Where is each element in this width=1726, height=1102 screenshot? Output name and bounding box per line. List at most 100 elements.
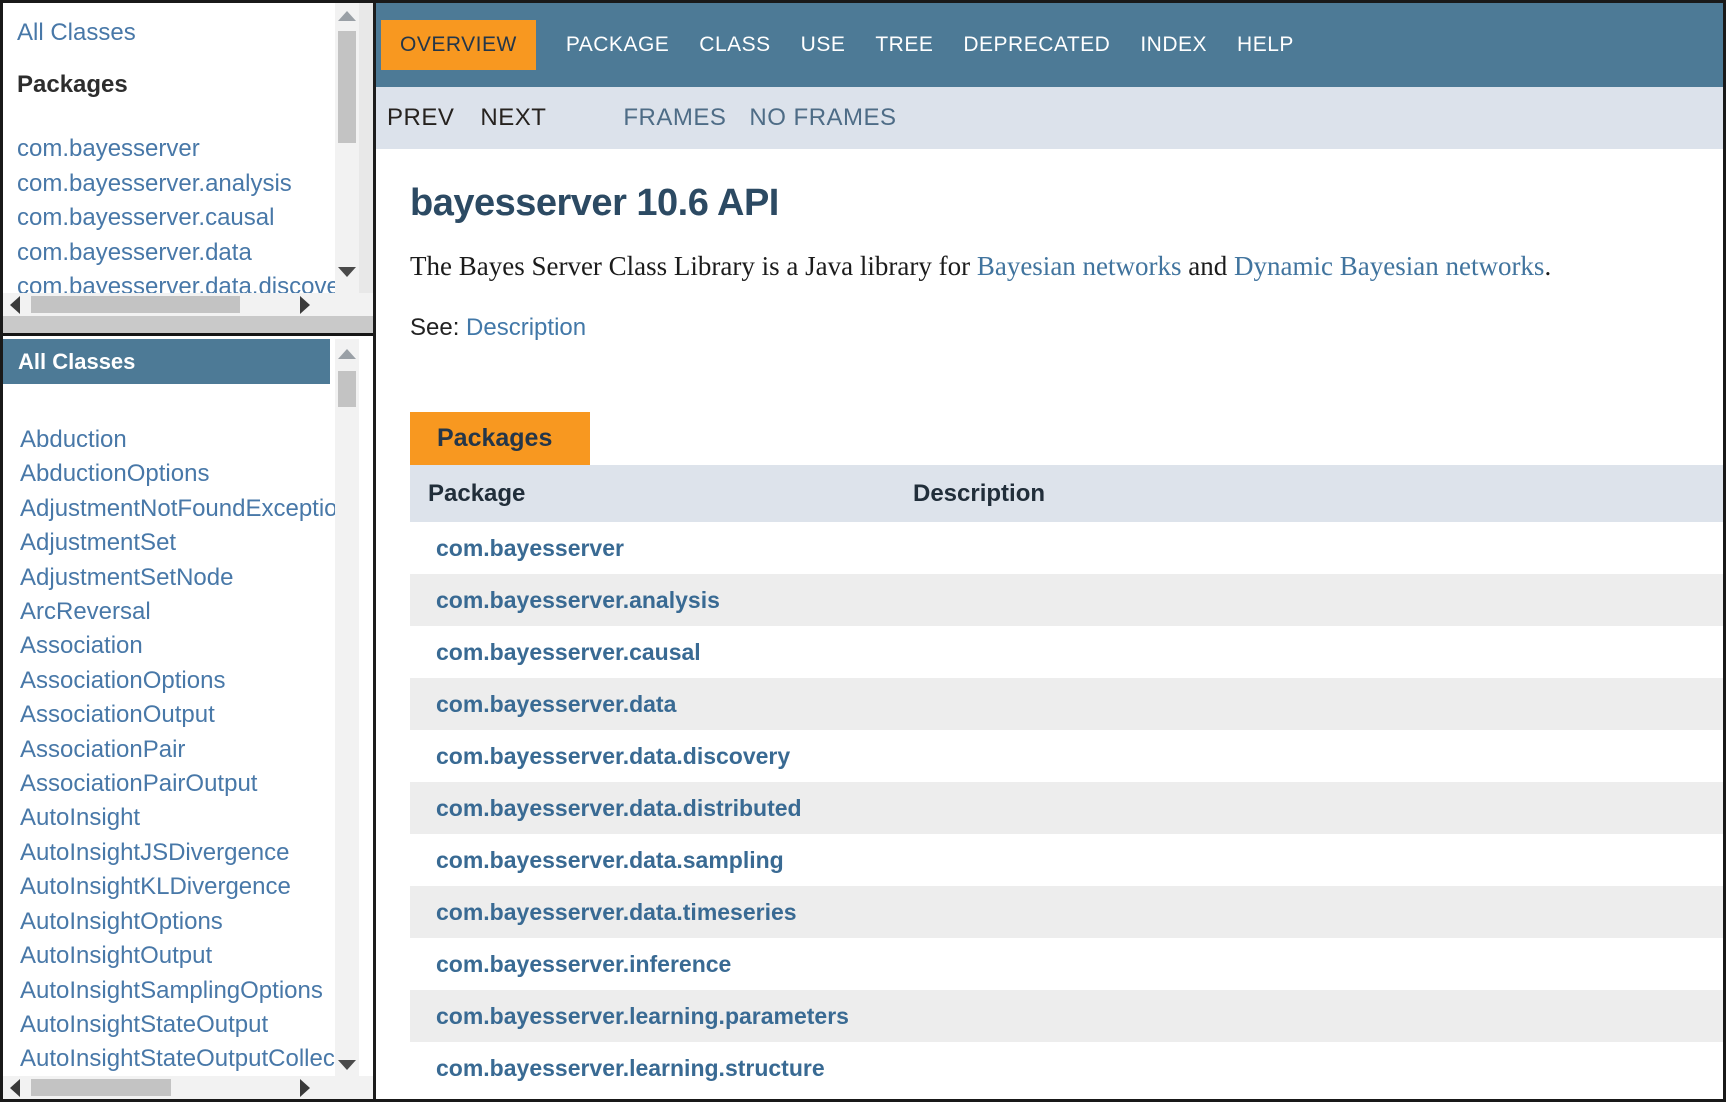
class-link[interactable]: AutoInsightOutput	[20, 942, 212, 969]
table-row: com.bayesserver.inference	[410, 938, 1723, 990]
package-list-item: com.bayesserver.data	[3, 237, 335, 272]
all-classes-link[interactable]: All Classes	[17, 19, 136, 47]
package-link[interactable]: com.bayesserver.causal	[17, 204, 274, 231]
class-link[interactable]: Abduction	[20, 426, 127, 453]
class-link[interactable]: AutoInsightSamplingOptions	[20, 977, 323, 1004]
scrollbar-thumb[interactable]	[338, 31, 356, 143]
class-list-item: AutoInsightStateOutputCollection	[3, 1043, 335, 1076]
class-link[interactable]: AutoInsightStateOutput	[20, 1011, 268, 1038]
packages-caption: Packages	[410, 412, 590, 465]
left-sidebar: All Classes Packages com.bayesserver com…	[3, 3, 373, 1099]
class-list-item: AutoInsightOptions	[3, 906, 335, 940]
class-list-item: ArcReversal	[3, 596, 335, 630]
vertical-scrollbar[interactable]	[335, 3, 359, 293]
table-row: com.bayesserver.learning.parameters	[410, 990, 1723, 1042]
dynamic-bayesian-networks-link[interactable]: Dynamic Bayesian networks	[1234, 251, 1544, 281]
see-label: See:	[410, 314, 459, 341]
class-list-item: AutoInsight	[3, 802, 335, 836]
packages-frame-content: All Classes Packages com.bayesserver com…	[3, 3, 335, 293]
browser-viewport: All Classes Packages com.bayesserver com…	[0, 0, 1726, 1102]
nav-item[interactable]: PACKAGE	[566, 33, 669, 57]
class-link[interactable]: ArcReversal	[20, 598, 151, 625]
scroll-left-icon[interactable]	[10, 1079, 20, 1097]
class-link[interactable]: AdjustmentSetNode	[20, 564, 233, 591]
horizontal-scrollbar[interactable]	[3, 293, 335, 316]
class-link[interactable]: AutoInsightKLDivergence	[20, 873, 291, 900]
class-link[interactable]: AdjustmentSet	[20, 529, 176, 556]
horizontal-scrollbar[interactable]	[3, 1076, 335, 1099]
table-header-row: Package Description	[410, 465, 1723, 522]
package-link[interactable]: com.bayesserver.learning.parameters	[436, 1003, 849, 1029]
class-link[interactable]: AutoInsightOptions	[20, 908, 223, 935]
main-frame: OVERVIEW PACKAGE CLASS USE TREE DEPRECATED IND…	[376, 3, 1723, 1099]
description-column-header: Description	[913, 465, 1045, 522]
package-link[interactable]: com.bayesserver.data.timeseries	[436, 899, 797, 925]
top-navigation-bar: OVERVIEW PACKAGE CLASS USE TREE DEPRECATED IND…	[376, 3, 1723, 87]
package-link[interactable]: com.bayesserver.data.discovery	[17, 273, 335, 293]
class-link[interactable]: AdjustmentNotFoundException	[20, 495, 335, 522]
package-link[interactable]: com.bayesserver.causal	[436, 639, 701, 665]
packages-table: Package Description com.bayesserver com.…	[410, 465, 1723, 1094]
package-link[interactable]: com.bayesserver.data	[436, 691, 676, 717]
class-link[interactable]: AutoInsightStateOutputCollection	[20, 1045, 335, 1072]
class-link[interactable]: AssociationPairOutput	[20, 770, 257, 797]
package-link[interactable]: com.bayesserver.analysis	[17, 170, 292, 197]
frame-divider[interactable]	[3, 316, 373, 336]
package-link[interactable]: com.bayesserver.data.sampling	[436, 847, 784, 873]
scroll-right-icon[interactable]	[300, 1079, 310, 1097]
nav-item[interactable]: USE	[801, 33, 846, 57]
scroll-down-icon[interactable]	[338, 1060, 356, 1070]
package-link[interactable]: com.bayesserver.analysis	[436, 587, 720, 613]
class-list-item: AutoInsightStateOutput	[3, 1009, 335, 1043]
nav-item[interactable]: OVERVIEW	[381, 20, 536, 70]
scrollbar-thumb[interactable]	[338, 371, 356, 407]
packages-heading: Packages	[17, 71, 128, 99]
table-row: com.bayesserver.data.timeseries	[410, 886, 1723, 938]
scroll-up-icon[interactable]	[338, 11, 356, 21]
class-list-item: AbductionOptions	[3, 458, 335, 492]
class-list-item: AdjustmentSet	[3, 527, 335, 561]
table-row: com.bayesserver.learning.structure	[410, 1042, 1723, 1094]
scroll-right-icon[interactable]	[300, 296, 310, 314]
package-link[interactable]: com.bayesserver	[436, 535, 624, 561]
package-link[interactable]: com.bayesserver.data.distributed	[436, 795, 802, 821]
nav-item[interactable]: CLASS	[699, 33, 770, 57]
class-list: Abduction AbductionOptions AdjustmentNot…	[3, 424, 335, 1076]
next-link[interactable]: NEXT	[480, 104, 546, 132]
class-link[interactable]: AssociationOptions	[20, 667, 225, 694]
package-link[interactable]: com.bayesserver.data.discovery	[436, 743, 790, 769]
package-link[interactable]: com.bayesserver.inference	[436, 951, 731, 977]
package-link[interactable]: com.bayesserver.learning.structure	[436, 1055, 825, 1081]
class-list-item: AutoInsightJSDivergence	[3, 837, 335, 871]
nav-item[interactable]: TREE	[875, 33, 933, 57]
table-row: com.bayesserver.analysis	[410, 574, 1723, 626]
frames-link[interactable]: FRAMES	[623, 104, 726, 132]
scrollbar-thumb[interactable]	[31, 1079, 171, 1096]
package-list-item: com.bayesserver	[3, 133, 335, 168]
class-link[interactable]: AutoInsight	[20, 804, 140, 831]
table-row: com.bayesserver	[410, 522, 1723, 574]
class-list-item: AutoInsightKLDivergence	[3, 871, 335, 905]
class-link[interactable]: AutoInsightJSDivergence	[20, 839, 289, 866]
overview-content: bayesserver 10.6 API The Bayes Server Cl…	[376, 149, 1723, 1099]
bayesian-networks-link[interactable]: Bayesian networks	[977, 251, 1182, 281]
vertical-scrollbar[interactable]	[335, 339, 359, 1076]
scroll-up-icon[interactable]	[338, 349, 356, 359]
class-link[interactable]: AssociationOutput	[20, 701, 215, 728]
no-frames-link[interactable]: NO FRAMES	[749, 104, 896, 132]
class-link[interactable]: AssociationPair	[20, 736, 185, 763]
nav-item[interactable]: DEPRECATED	[963, 33, 1110, 57]
scroll-left-icon[interactable]	[10, 296, 20, 314]
scroll-down-icon[interactable]	[338, 267, 356, 277]
package-link[interactable]: com.bayesserver.data	[17, 239, 252, 266]
nav-item[interactable]: HELP	[1237, 33, 1294, 57]
nav-item[interactable]: INDEX	[1140, 33, 1207, 57]
description-link[interactable]: Description	[466, 314, 586, 341]
prev-link[interactable]: PREV	[387, 104, 454, 132]
class-link[interactable]: Association	[20, 632, 143, 659]
class-list-item: Abduction	[3, 424, 335, 458]
package-link[interactable]: com.bayesserver	[17, 135, 200, 162]
intro-paragraph: The Bayes Server Class Library is a Java…	[410, 251, 1723, 282]
scrollbar-thumb[interactable]	[31, 296, 240, 313]
class-link[interactable]: AbductionOptions	[20, 460, 209, 487]
